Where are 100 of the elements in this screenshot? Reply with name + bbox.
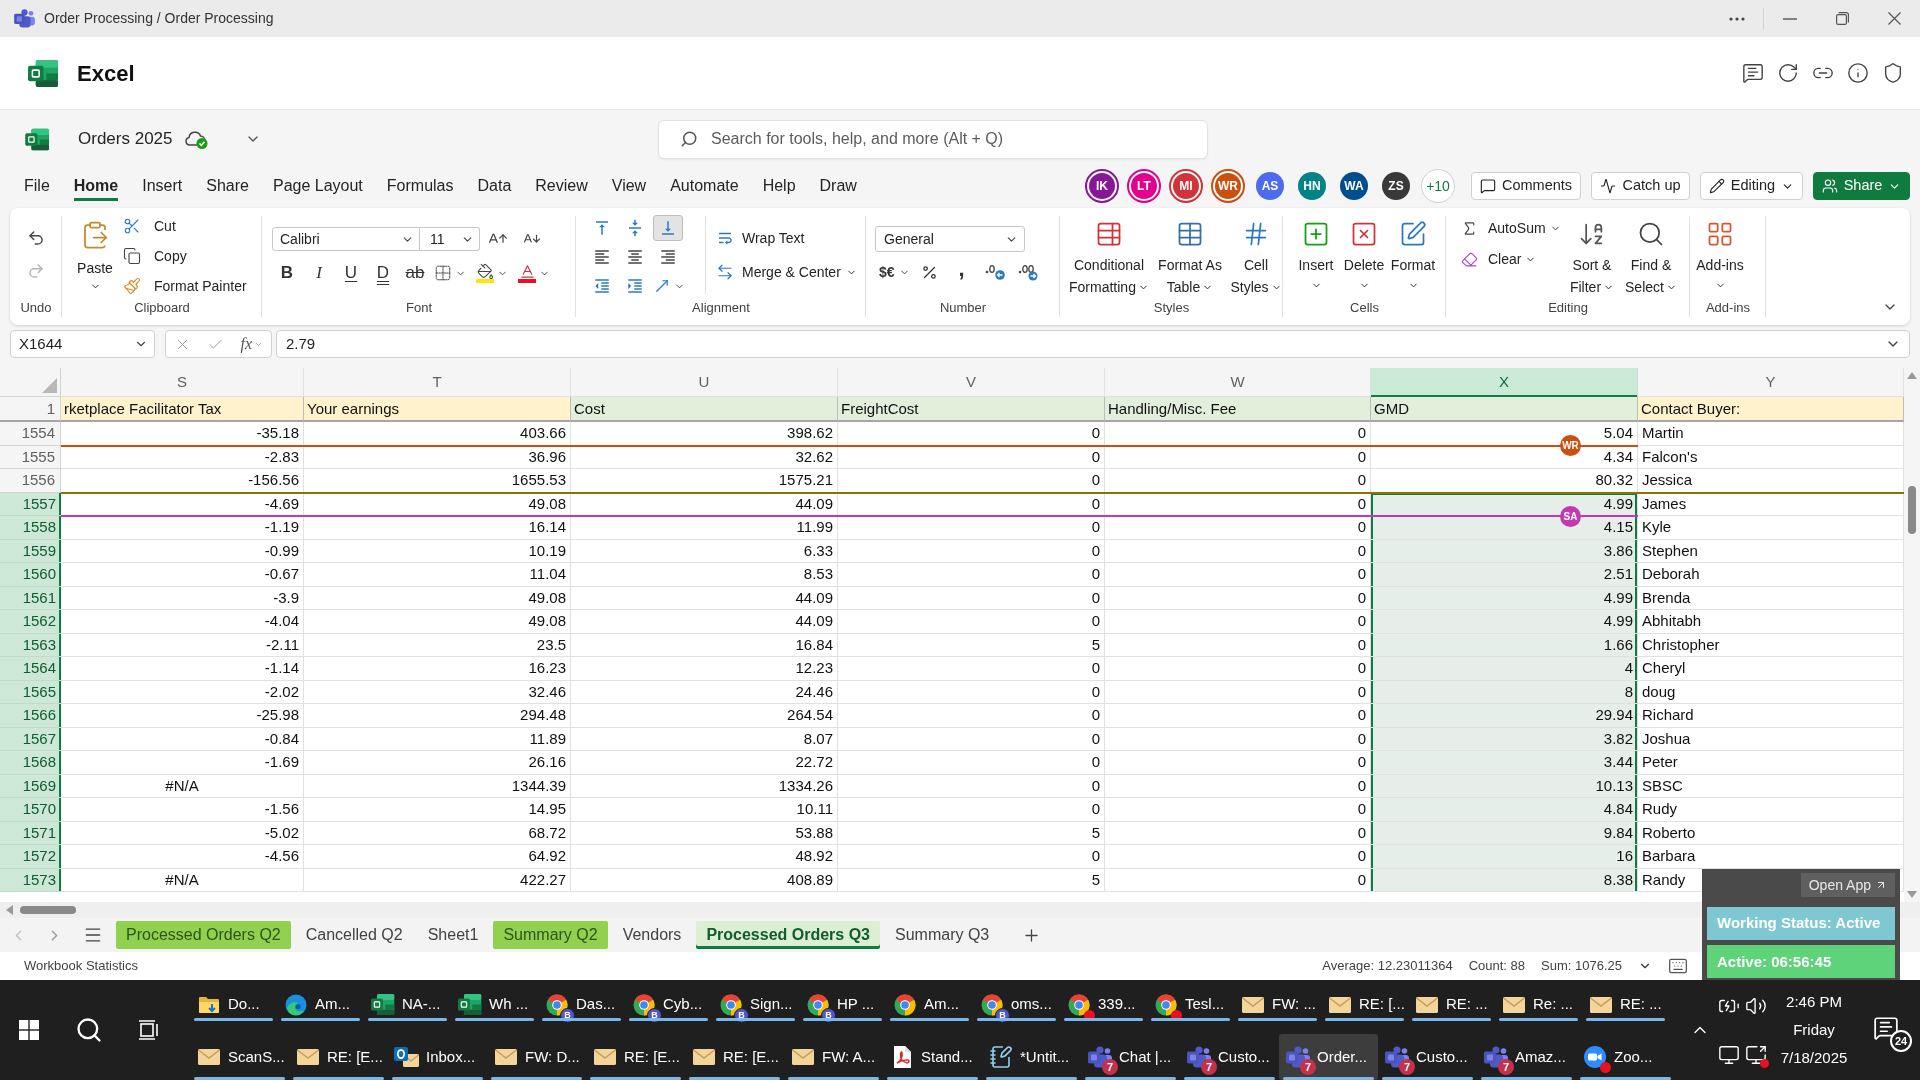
sheet-cell[interactable]: 64.92	[304, 845, 571, 869]
document-name[interactable]: Orders 2025	[78, 126, 173, 152]
taskbar-button[interactable]: FW: A...	[784, 1034, 883, 1080]
sheet-cell[interactable]: doug	[1642, 682, 1676, 700]
sheet-cell[interactable]: 422.27	[304, 868, 571, 892]
more-collaborators-button[interactable]: +10	[1421, 169, 1455, 203]
double-underline-button[interactable]: D	[368, 260, 398, 286]
taskbar-button[interactable]: Wh ...	[451, 988, 538, 1021]
collaborator-avatar[interactable]: MI	[1169, 169, 1203, 203]
sheet-cell[interactable]: 0	[838, 798, 1105, 822]
header-cell[interactable]: Your earnings	[304, 397, 571, 422]
paste-button[interactable]: Paste	[70, 208, 120, 296]
menu-tab[interactable]: Help	[762, 171, 796, 201]
screen-share-icon[interactable]	[1745, 1043, 1767, 1066]
taskbar-button[interactable]: FW: ...	[1234, 988, 1321, 1021]
sheet-cell[interactable]: 0	[1105, 774, 1371, 798]
sheet-cell[interactable]: 11.89	[304, 727, 571, 751]
sheet-cell[interactable]: 0	[838, 563, 1105, 587]
taskbar-button[interactable]: RE: [E...	[289, 1034, 388, 1080]
scroll-up-icon[interactable]	[1907, 372, 1917, 379]
sheet-cell[interactable]: 0	[838, 610, 1105, 634]
row-header[interactable]: 1568	[0, 751, 61, 775]
workbook-statistics-button[interactable]: Workbook Statistics	[24, 956, 138, 976]
collaborator-avatar[interactable]: AS	[1256, 172, 1284, 200]
font-name-dropdown[interactable]: Calibri	[272, 227, 420, 251]
taskbar-button[interactable]: RE: [E...	[685, 1034, 784, 1080]
row-header[interactable]: 1573	[0, 868, 61, 892]
shield-icon[interactable]	[1882, 62, 1904, 84]
taskbar-button[interactable]: Am...	[886, 988, 973, 1021]
row-header[interactable]: 1559	[0, 539, 61, 563]
sheet-cell[interactable]: 44.09	[571, 586, 838, 610]
sheet-cell[interactable]: 0	[1105, 657, 1371, 681]
merge-center-button[interactable]: Merge & Center	[716, 260, 857, 284]
sheet-cell[interactable]: 26.16	[304, 751, 571, 775]
font-size-dropdown[interactable]: 11	[420, 227, 480, 251]
sheet-cell[interactable]: -2.02	[61, 680, 304, 704]
sheet-cell[interactable]: Christopher	[1642, 635, 1720, 653]
row-header[interactable]: 1557	[0, 492, 61, 516]
taskbar-button[interactable]: Tesl...	[1147, 988, 1234, 1021]
format-painter-button[interactable]: Format Painter	[123, 271, 247, 301]
sheet-cell[interactable]: 29.94	[1371, 704, 1638, 728]
network-icon[interactable]	[1718, 1043, 1740, 1066]
insert-function-button[interactable]: fx	[240, 332, 263, 356]
taskbar-button[interactable]: B Das...	[538, 988, 625, 1021]
sheet-cell[interactable]: -0.84	[61, 727, 304, 751]
row-header[interactable]: 1570	[0, 798, 61, 822]
menu-tab[interactable]: Share	[206, 171, 249, 201]
sheet-cell[interactable]: 48.92	[571, 845, 838, 869]
comments-button[interactable]: Comments	[1471, 172, 1581, 200]
taskbar-button[interactable]: NA-...	[364, 988, 451, 1021]
taskbar-button[interactable]: 7 Amaz...	[1477, 1034, 1576, 1080]
sheet-cell[interactable]: Randy	[1642, 870, 1686, 888]
sheet-cell[interactable]: 0	[1105, 868, 1371, 892]
cut-button[interactable]: Cut	[123, 211, 247, 241]
sheet-cell[interactable]: -25.98	[61, 704, 304, 728]
sheet-cell[interactable]: 3.44	[1371, 751, 1638, 775]
sheet-cell[interactable]: 0	[838, 774, 1105, 798]
sheet-cell[interactable]: 22.72	[571, 751, 838, 775]
sheet-cell[interactable]: -1.14	[61, 657, 304, 681]
sort-filter-button[interactable]: Sort & Filter	[1564, 208, 1620, 296]
taskbar-button[interactable]: RE: ...	[1582, 988, 1669, 1021]
scrollbar-thumb[interactable]	[20, 906, 76, 914]
sheet-cell[interactable]: 0	[838, 751, 1105, 775]
taskbar-button[interactable]: Re: ...	[1495, 988, 1582, 1021]
sheet-cell[interactable]: -1.69	[61, 751, 304, 775]
sheet-cell[interactable]: Jessica	[1642, 471, 1693, 488]
taskbar-button[interactable]: Stand...	[883, 1034, 982, 1080]
sheet-cell[interactable]: #N/A	[61, 774, 304, 798]
taskbar-button[interactable]: RE: [...	[1321, 988, 1408, 1021]
sheet-cell[interactable]: 5	[838, 868, 1105, 892]
sheet-cell[interactable]: Brenda	[1642, 588, 1691, 606]
sheet-cell[interactable]: 408.89	[571, 868, 838, 892]
sheet-cell[interactable]: Stephen	[1642, 541, 1698, 559]
sheet-cell[interactable]: 1.66	[1371, 633, 1638, 657]
menu-tab[interactable]: Automate	[670, 171, 739, 201]
find-select-button[interactable]: Find & Select	[1620, 208, 1682, 296]
collaborator-avatar[interactable]: IK	[1085, 169, 1119, 203]
sheet-cell[interactable]: 10.19	[304, 539, 571, 563]
sheet-cell[interactable]: 14.95	[304, 798, 571, 822]
column-header[interactable]: X	[1371, 368, 1638, 397]
keyboard-icon[interactable]	[1668, 956, 1688, 976]
row-header[interactable]: 1560	[0, 563, 61, 587]
add-ins-button[interactable]: Add-ins	[1692, 208, 1748, 296]
sheet-cell[interactable]: 4	[1371, 657, 1638, 681]
chat-icon[interactable]	[1742, 62, 1764, 84]
sheet-cell[interactable]: -5.02	[61, 821, 304, 845]
sheet-cell[interactable]: 3.82	[1371, 727, 1638, 751]
header-cell[interactable]: Handling/Misc. Fee	[1105, 397, 1371, 422]
sheet-cell[interactable]: Kyle	[1642, 518, 1672, 535]
sheet-cell[interactable]: Peter	[1642, 753, 1678, 770]
row-header[interactable]: 1556	[0, 469, 61, 493]
menu-tab[interactable]: Page Layout	[272, 171, 363, 201]
scroll-down-icon[interactable]	[1907, 891, 1917, 898]
sheet-tab[interactable]: Processed Orders Q2	[116, 921, 291, 949]
sheet-cell[interactable]: Barbara	[1642, 847, 1696, 864]
row-header[interactable]: 1572	[0, 845, 61, 869]
sheet-cell[interactable]: 0	[838, 657, 1105, 681]
sheet-cell[interactable]: 0	[1105, 680, 1371, 704]
sheet-cell[interactable]: 5	[838, 633, 1105, 657]
sheet-cell[interactable]: 8.53	[571, 563, 838, 587]
